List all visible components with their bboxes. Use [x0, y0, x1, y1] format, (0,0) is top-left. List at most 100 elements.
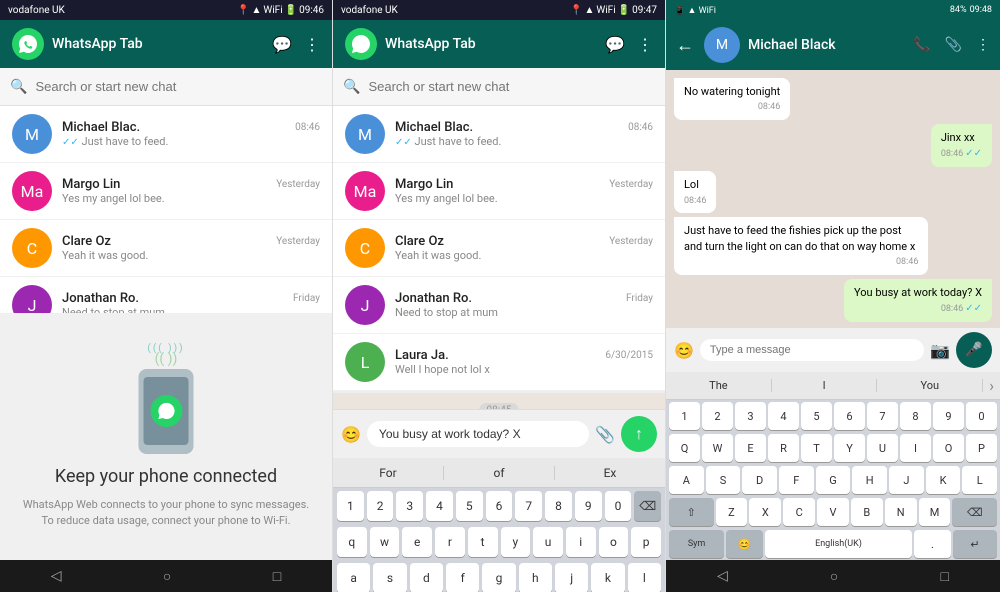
- rp-key-space[interactable]: English(UK): [765, 530, 912, 558]
- video-icon[interactable]: 📎: [945, 37, 962, 53]
- suggestion-for[interactable]: For: [333, 466, 444, 480]
- right-chat-input[interactable]: [700, 339, 924, 361]
- kb-key-y[interactable]: y: [501, 527, 531, 557]
- rp-key-J[interactable]: J: [889, 466, 924, 494]
- list-item[interactable]: Ma Margo Lin Yesterday Yes my angel lol …: [0, 163, 332, 220]
- kb-key-2[interactable]: 2: [367, 491, 394, 521]
- list-item[interactable]: J Jonathan Ro. Friday Need to stop at mu…: [0, 277, 332, 313]
- rp-key-E[interactable]: E: [735, 434, 766, 462]
- list-item[interactable]: M Michael Blac. 08:46 ✓✓ Just have to fe…: [333, 106, 665, 163]
- left-search-input[interactable]: [35, 79, 322, 94]
- kb-key-9[interactable]: 9: [575, 491, 602, 521]
- kb-key-o[interactable]: o: [599, 527, 629, 557]
- recent-icon4[interactable]: □: [940, 568, 948, 585]
- phone-icon[interactable]: 📞: [913, 37, 930, 53]
- kb-key-g[interactable]: g: [482, 563, 515, 592]
- rp-key-F[interactable]: F: [779, 466, 814, 494]
- left-header-actions[interactable]: 💬 ⋮: [272, 35, 320, 54]
- rp-sug-i[interactable]: I: [772, 379, 878, 392]
- rp-key-emoji2[interactable]: 😊: [726, 530, 763, 558]
- kb-key-l[interactable]: l: [628, 563, 661, 592]
- mid-header-actions[interactable]: 💬 ⋮: [605, 35, 653, 54]
- rp-key-1[interactable]: 1: [669, 402, 700, 430]
- kb-key-4[interactable]: 4: [426, 491, 453, 521]
- chevron-right-icon[interactable]: ›: [983, 376, 1000, 395]
- kb-key-e[interactable]: e: [402, 527, 432, 557]
- message-icon2[interactable]: 💬: [605, 35, 625, 54]
- back-icon4[interactable]: ◁: [717, 568, 728, 584]
- more-icon3[interactable]: ⋮: [976, 37, 990, 53]
- rp-key-K[interactable]: K: [926, 466, 961, 494]
- rp-key-M[interactable]: M: [919, 498, 951, 526]
- rp-key-P[interactable]: P: [966, 434, 997, 462]
- camera-icon[interactable]: 📷: [930, 341, 950, 360]
- rp-key-enter[interactable]: ↵: [953, 530, 997, 558]
- kb-key-r[interactable]: r: [435, 527, 465, 557]
- rp-key-period[interactable]: .: [914, 530, 951, 558]
- kb-key-backspace-num[interactable]: ⌫: [634, 491, 661, 521]
- rp-key-6[interactable]: 6: [834, 402, 865, 430]
- emoji-icon[interactable]: 😊: [341, 425, 361, 444]
- home-icon[interactable]: ○: [163, 568, 171, 585]
- back-arrow-icon[interactable]: ←: [676, 35, 694, 56]
- kb-key-s[interactable]: s: [373, 563, 406, 592]
- rp-key-X[interactable]: X: [749, 498, 781, 526]
- rp-sug-you[interactable]: You: [877, 379, 983, 392]
- list-item[interactable]: M Michael Blac. 08:46 ✓✓ Just have to fe…: [0, 106, 332, 163]
- kb-key-f[interactable]: f: [446, 563, 479, 592]
- rp-key-8[interactable]: 8: [900, 402, 931, 430]
- kb-key-1[interactable]: 1: [337, 491, 364, 521]
- rp-key-7[interactable]: 7: [867, 402, 898, 430]
- kb-key-7[interactable]: 7: [515, 491, 542, 521]
- more-icon[interactable]: ⋮: [304, 35, 320, 54]
- rp-key-I[interactable]: I: [900, 434, 931, 462]
- kb-key-j[interactable]: j: [555, 563, 588, 592]
- rp-key-D[interactable]: D: [742, 466, 777, 494]
- list-item[interactable]: C Clare Oz Yesterday Yeah it was good.: [0, 220, 332, 277]
- rp-key-Q[interactable]: Q: [669, 434, 700, 462]
- kb-key-p[interactable]: p: [631, 527, 661, 557]
- rp-key-R[interactable]: R: [768, 434, 799, 462]
- rp-key-5[interactable]: 5: [801, 402, 832, 430]
- recent-icon[interactable]: □: [273, 568, 281, 585]
- list-item[interactable]: J Jonathan Ro. Friday Need to stop at mu…: [333, 277, 665, 334]
- rp-key-0[interactable]: 0: [966, 402, 997, 430]
- suggestion-of[interactable]: of: [444, 466, 555, 480]
- rp-key-H[interactable]: H: [852, 466, 887, 494]
- rp-key-T[interactable]: T: [801, 434, 832, 462]
- kb-key-6[interactable]: 6: [486, 491, 513, 521]
- kb-key-w[interactable]: w: [370, 527, 400, 557]
- more-icon2[interactable]: ⋮: [637, 35, 653, 54]
- kb-key-i[interactable]: i: [566, 527, 596, 557]
- kb-key-h[interactable]: h: [519, 563, 552, 592]
- kb-key-k[interactable]: k: [591, 563, 624, 592]
- kb-key-u[interactable]: u: [533, 527, 563, 557]
- back-icon[interactable]: ◁: [51, 568, 62, 584]
- rp-key-W[interactable]: W: [702, 434, 733, 462]
- kb-key-8[interactable]: 8: [545, 491, 572, 521]
- rp-key-C[interactable]: C: [783, 498, 815, 526]
- list-item[interactable]: C Clare Oz Yesterday Yeah it was good.: [333, 220, 665, 277]
- kb-key-a[interactable]: a: [337, 563, 370, 592]
- mic-button[interactable]: 🎤: [956, 332, 992, 368]
- rp-key-backspace[interactable]: ⌫: [952, 498, 997, 526]
- rp-sug-the[interactable]: The: [666, 379, 772, 392]
- right-header-icons[interactable]: 📞 📎 ⋮: [913, 37, 990, 53]
- rp-key-9[interactable]: 9: [933, 402, 964, 430]
- rp-key-Y[interactable]: Y: [834, 434, 865, 462]
- message-icon[interactable]: 💬: [272, 35, 292, 54]
- rp-key-2[interactable]: 2: [702, 402, 733, 430]
- list-item[interactable]: L Laura Ja. 6/30/2015 Well I hope not lo…: [333, 334, 665, 391]
- rp-key-A[interactable]: A: [669, 466, 704, 494]
- rp-key-S[interactable]: S: [706, 466, 741, 494]
- rp-key-N[interactable]: N: [885, 498, 917, 526]
- suggestion-ex[interactable]: Ex: [555, 466, 665, 480]
- rp-key-sym[interactable]: Sym: [669, 530, 724, 558]
- rp-key-B[interactable]: B: [851, 498, 883, 526]
- kb-key-d[interactable]: d: [410, 563, 443, 592]
- attach-icon[interactable]: 📎: [595, 425, 615, 444]
- rp-key-shift[interactable]: ⇧: [669, 498, 714, 526]
- kb-key-3[interactable]: 3: [396, 491, 423, 521]
- rp-key-G[interactable]: G: [816, 466, 851, 494]
- kb-key-q[interactable]: q: [337, 527, 367, 557]
